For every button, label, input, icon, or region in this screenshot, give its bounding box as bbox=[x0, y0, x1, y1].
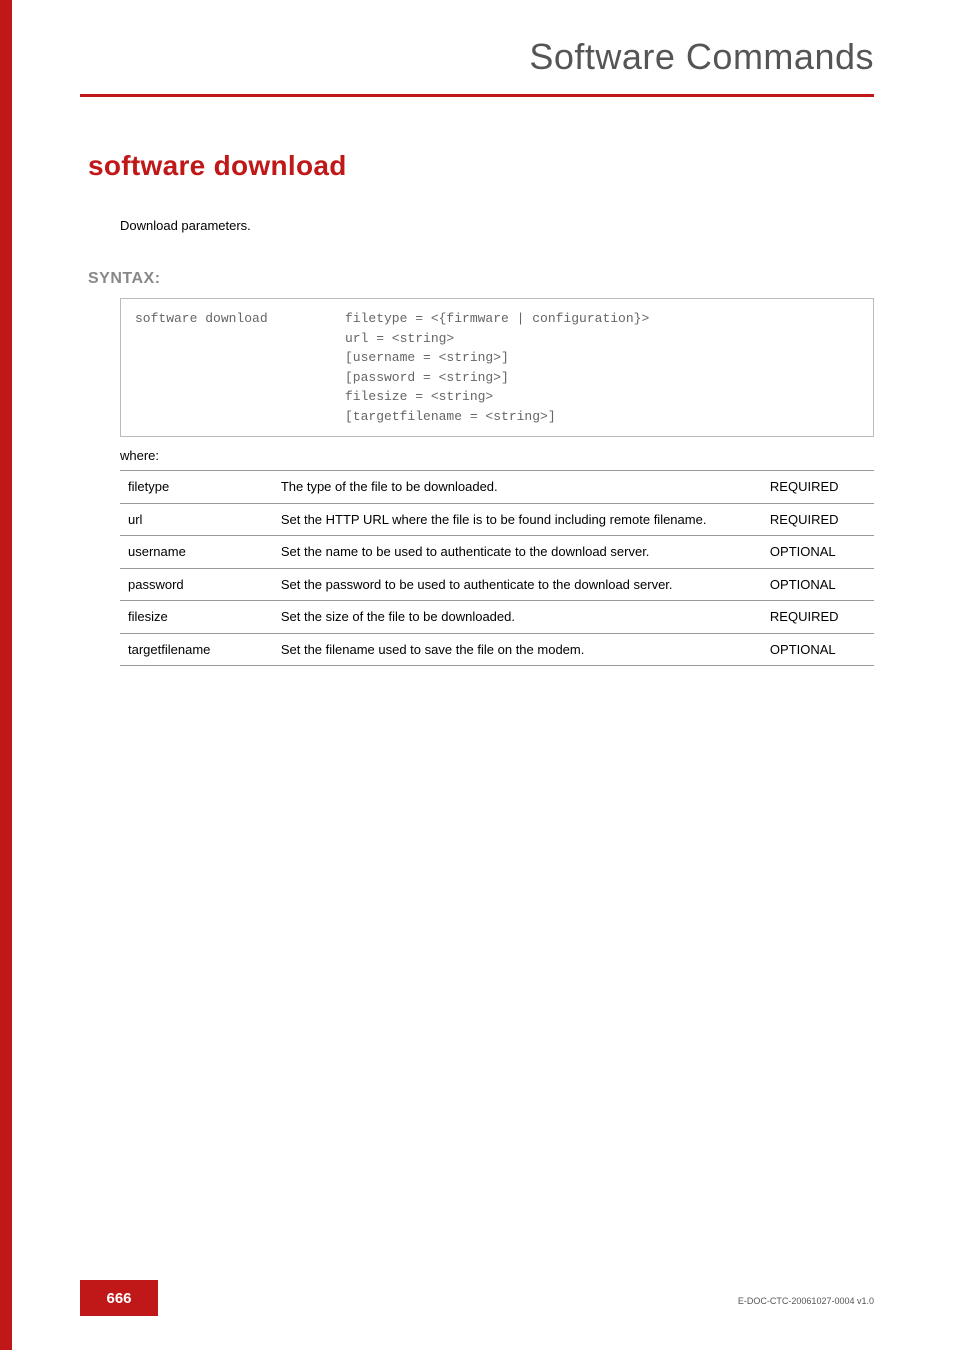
param-req: OPTIONAL bbox=[762, 536, 874, 569]
page: Software Commands software download Down… bbox=[0, 0, 954, 1350]
syntax-arg-line: [username = <string>] bbox=[345, 350, 509, 365]
param-name: filetype bbox=[120, 471, 273, 504]
syntax-arg-line: [targetfilename = <string>] bbox=[345, 409, 556, 424]
param-name: filesize bbox=[120, 601, 273, 634]
param-name: targetfilename bbox=[120, 633, 273, 666]
header-divider bbox=[80, 94, 874, 97]
param-req: REQUIRED bbox=[762, 471, 874, 504]
syntax-command: software download bbox=[135, 309, 345, 329]
parameters-table: filetype The type of the file to be down… bbox=[120, 470, 874, 666]
param-name: url bbox=[120, 503, 273, 536]
command-description: Download parameters. bbox=[120, 218, 251, 233]
param-desc: Set the password to be used to authentic… bbox=[273, 568, 762, 601]
document-id: E-DOC-CTC-20061027-0004 v1.0 bbox=[738, 1296, 874, 1306]
param-req: REQUIRED bbox=[762, 601, 874, 634]
param-desc: Set the filename used to save the file o… bbox=[273, 633, 762, 666]
table-row: username Set the name to be used to auth… bbox=[120, 536, 874, 569]
syntax-code-box: software downloadfiletype = <{firmware |… bbox=[120, 298, 874, 437]
param-desc: The type of the file to be downloaded. bbox=[273, 471, 762, 504]
syntax-code: software downloadfiletype = <{firmware |… bbox=[135, 309, 859, 426]
syntax-heading: SYNTAX: bbox=[88, 270, 161, 288]
syntax-arg-line: [password = <string>] bbox=[345, 370, 509, 385]
param-name: password bbox=[120, 568, 273, 601]
table-row: targetfilename Set the filename used to … bbox=[120, 633, 874, 666]
param-name: username bbox=[120, 536, 273, 569]
param-desc: Set the name to be used to authenticate … bbox=[273, 536, 762, 569]
param-req: REQUIRED bbox=[762, 503, 874, 536]
command-title: software download bbox=[88, 150, 347, 182]
chapter-title: Software Commands bbox=[529, 36, 874, 78]
syntax-arg-line: filesize = <string> bbox=[345, 389, 493, 404]
param-desc: Set the HTTP URL where the file is to be… bbox=[273, 503, 762, 536]
table-row: filetype The type of the file to be down… bbox=[120, 471, 874, 504]
param-desc: Set the size of the file to be downloade… bbox=[273, 601, 762, 634]
syntax-arg-line: filetype = <{firmware | configuration}> bbox=[345, 311, 649, 326]
left-accent-strip bbox=[0, 0, 12, 1350]
table-row: url Set the HTTP URL where the file is t… bbox=[120, 503, 874, 536]
param-req: OPTIONAL bbox=[762, 633, 874, 666]
param-req: OPTIONAL bbox=[762, 568, 874, 601]
page-number: 666 bbox=[80, 1280, 158, 1316]
where-label: where: bbox=[120, 448, 159, 463]
table-row: password Set the password to be used to … bbox=[120, 568, 874, 601]
table-row: filesize Set the size of the file to be … bbox=[120, 601, 874, 634]
syntax-arg-line: url = <string> bbox=[345, 331, 454, 346]
